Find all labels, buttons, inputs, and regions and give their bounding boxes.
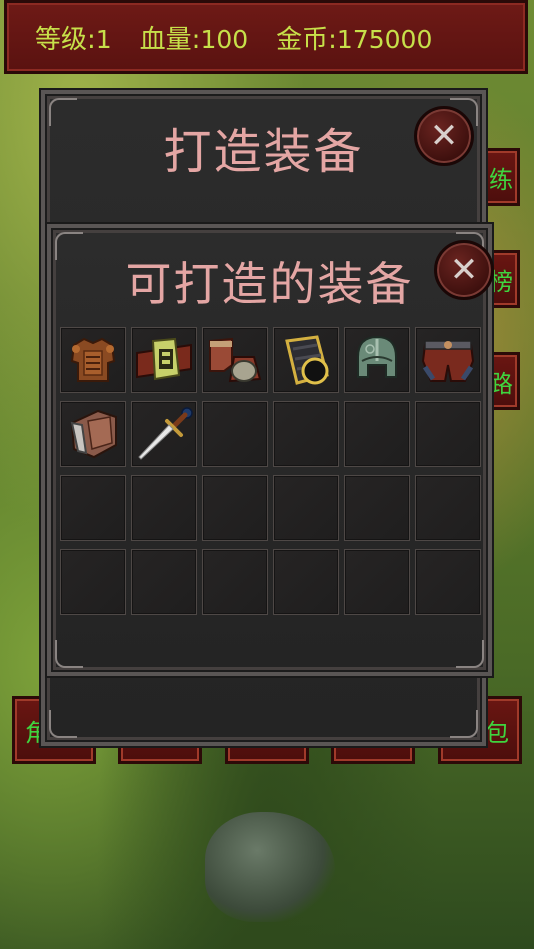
equipment-slot[interactable] (415, 401, 481, 467)
equipment-slot[interactable] (344, 475, 410, 541)
equipment-slot[interactable] (273, 401, 339, 467)
close-icon: ✕ (429, 116, 459, 156)
equipment-slot[interactable] (60, 327, 126, 393)
equipment-slot[interactable] (415, 475, 481, 541)
equipment-slot[interactable] (344, 549, 410, 615)
equipment-slot[interactable] (202, 327, 268, 393)
equipment-slot[interactable] (60, 549, 126, 615)
equipment-slot[interactable] (131, 475, 197, 541)
close-icon: ✕ (449, 250, 479, 290)
dagger-icon (138, 407, 193, 460)
craftable-close-button[interactable]: ✕ (434, 240, 494, 300)
equipment-slot[interactable] (344, 401, 410, 467)
gold-stat: 金币:175000 (276, 24, 433, 55)
equipment-grid (60, 327, 481, 615)
side-button-train[interactable]: 练 (480, 148, 520, 206)
background-rock (205, 812, 335, 922)
equipment-slot[interactable] (415, 327, 481, 393)
belt-icon (136, 337, 192, 381)
hp-stat: 血量:100 (139, 24, 249, 55)
equipment-slot[interactable] (131, 549, 197, 615)
craftable-panel: 可打造的装备 ✕ (47, 224, 494, 676)
equipment-slot[interactable] (273, 475, 339, 541)
equipment-slot[interactable] (344, 327, 410, 393)
forge-close-button[interactable]: ✕ (414, 106, 474, 166)
pants-icon (421, 340, 475, 382)
boots-icon (209, 337, 262, 383)
corner-ornament (55, 640, 83, 668)
equipment-slot[interactable] (415, 549, 481, 615)
equipment-slot[interactable] (202, 549, 268, 615)
equipment-slot[interactable] (131, 327, 197, 393)
corner-ornament (456, 640, 484, 668)
level-stat: 等级:1 (35, 24, 112, 55)
equipment-slot[interactable] (273, 549, 339, 615)
equipment-slot[interactable] (273, 327, 339, 393)
equipment-slot[interactable] (202, 401, 268, 467)
equipment-slot[interactable] (202, 475, 268, 541)
status-bar: 等级:1 血量:100 金币:175000 (4, 0, 528, 74)
equipment-slot[interactable] (131, 401, 197, 467)
bracer-icon (285, 335, 329, 385)
helmet-icon (357, 335, 397, 378)
equipment-slot[interactable] (60, 475, 126, 541)
corner-ornament (450, 710, 478, 738)
leather-chest-armor-icon (70, 337, 116, 382)
craftable-panel-title: 可打造的装备 (125, 257, 414, 311)
corner-ornament (49, 710, 77, 738)
pauldron-icon (70, 409, 117, 459)
equipment-slot[interactable] (60, 401, 126, 467)
